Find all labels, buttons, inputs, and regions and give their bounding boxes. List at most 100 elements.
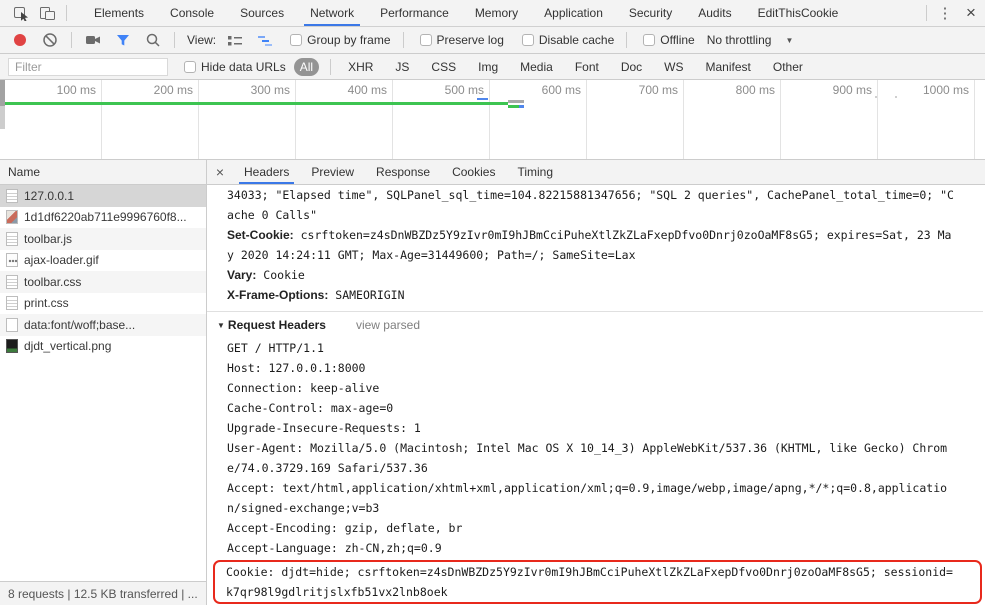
search-icon[interactable]	[145, 32, 161, 48]
record-icon[interactable]	[14, 34, 26, 46]
response-header-overflow: ache 0 Calls"	[227, 208, 318, 222]
request-header-line: n/signed-exchange;v=b3	[227, 501, 380, 515]
tab-console[interactable]: Console	[157, 0, 227, 26]
request-detail-pane: × Headers Preview Response Cookies Timin…	[207, 160, 985, 605]
request-row[interactable]: ajax-loader.gif	[0, 250, 206, 272]
tab-memory[interactable]: Memory	[462, 0, 531, 26]
divider	[66, 5, 67, 21]
time-label: 900 ms	[781, 80, 878, 159]
clear-icon[interactable]	[42, 32, 58, 48]
tab-audits[interactable]: Audits	[685, 0, 744, 26]
response-header-set-cookie-wrap: y 2020 14:24:11 GMT; Max-Age=31449600; P…	[227, 248, 636, 262]
detail-tab-preview[interactable]: Preview	[300, 160, 365, 184]
name-column-header[interactable]: Name	[0, 160, 206, 185]
preserve-log-checkbox[interactable]	[419, 34, 432, 46]
response-header-overflow: 34033; "Elapsed time", SQLPanel_sql_time…	[227, 188, 954, 202]
request-list-pane: Name 127.0.0.1 1d1df6220ab711e9996760f8.…	[0, 160, 207, 605]
inspect-cursor-icon	[14, 7, 28, 21]
more-options-icon[interactable]: ⋮	[933, 4, 957, 22]
request-header-line: Accept-Language: zh-CN,zh;q=0.9	[227, 541, 442, 555]
request-row[interactable]: 127.0.0.1	[0, 185, 206, 207]
hide-data-urls-checkbox[interactable]	[184, 60, 196, 73]
request-row[interactable]: djdt_vertical.png	[0, 336, 206, 358]
time-label: 600 ms	[490, 80, 587, 159]
detail-tab-cookies[interactable]: Cookies	[441, 160, 506, 184]
tab-application[interactable]: Application	[531, 0, 616, 26]
tab-elements[interactable]: Elements	[81, 0, 157, 26]
time-label: 1000 ms	[878, 80, 975, 159]
tab-performance[interactable]: Performance	[367, 0, 462, 26]
large-rows-toggle-icon[interactable]	[227, 33, 243, 48]
filter-type-all[interactable]: All	[293, 57, 320, 76]
request-header-line: Accept: text/html,application/xhtml+xml,…	[227, 481, 948, 495]
overview-green-bar	[5, 102, 508, 105]
filter-type-css[interactable]: CSS	[425, 58, 462, 76]
filter-type-media[interactable]: Media	[514, 58, 559, 76]
clear-circle-icon	[43, 33, 57, 47]
view-parsed-link[interactable]: view parsed	[356, 318, 420, 332]
disable-cache-checkbox[interactable]	[521, 34, 534, 46]
filter-type-doc[interactable]: Doc	[615, 58, 648, 76]
waterfall-icon	[258, 35, 273, 46]
request-header-line: Connection: keep-alive	[227, 381, 380, 395]
chevron-down-icon[interactable]: ▼	[785, 36, 793, 45]
request-name: toolbar.js	[24, 231, 73, 246]
request-row[interactable]: toolbar.css	[0, 271, 206, 293]
device-toolbar-icon[interactable]	[34, 0, 60, 26]
inspect-element-icon[interactable]	[8, 0, 34, 26]
close-devtools-icon[interactable]: ×	[957, 3, 985, 23]
request-name: 127.0.0.1	[24, 188, 75, 203]
offline-checkbox[interactable]	[643, 34, 656, 46]
tab-security[interactable]: Security	[616, 0, 685, 26]
network-main: Name 127.0.0.1 1d1df6220ab711e9996760f8.…	[0, 160, 985, 605]
tab-network[interactable]: Network	[297, 0, 367, 26]
request-row[interactable]: toolbar.js	[0, 228, 206, 250]
filter-type-ws[interactable]: WS	[658, 58, 689, 76]
panel-tabs: Elements Console Sources Network Perform…	[81, 0, 851, 26]
group-by-frame-checkbox[interactable]	[290, 34, 303, 46]
filter-input[interactable]	[8, 57, 168, 76]
filter-icon[interactable]	[115, 33, 131, 48]
detail-tab-timing[interactable]: Timing	[506, 160, 564, 184]
overview-toggle-icon[interactable]	[257, 33, 273, 48]
tab-editthiscookie[interactable]: EditThisCookie	[745, 0, 852, 26]
document-icon	[6, 188, 18, 203]
funnel-icon	[117, 34, 129, 45]
divider	[626, 32, 628, 48]
filter-type-other[interactable]: Other	[767, 58, 809, 76]
header-name: Set-Cookie:	[227, 228, 294, 242]
close-detail-icon[interactable]: ×	[207, 164, 233, 180]
request-headers-section-header[interactable]: ▼ Request Headers view parsed	[217, 312, 983, 338]
disable-cache-label: Disable cache	[538, 33, 615, 47]
screenshot-capture-icon[interactable]	[85, 32, 101, 48]
request-name: djdt_vertical.png	[24, 339, 112, 354]
offline-label: Offline	[660, 33, 695, 47]
triangle-down-icon: ▼	[217, 320, 225, 330]
filter-type-img[interactable]: Img	[472, 58, 504, 76]
request-row[interactable]: data:font/woff;base...	[0, 314, 206, 336]
request-row[interactable]: 1d1df6220ab711e9996760f8...	[0, 207, 206, 229]
header-value: csrftoken=z4sDnWBZDz5Y9zIvr0mI9hJBmCciPu…	[300, 228, 952, 242]
request-name: 1d1df6220ab711e9996760f8...	[24, 210, 187, 225]
detail-tab-headers[interactable]: Headers	[233, 160, 300, 184]
request-row[interactable]: print.css	[0, 293, 206, 315]
detail-tab-response[interactable]: Response	[365, 160, 441, 184]
filter-type-xhr[interactable]: XHR	[342, 58, 379, 76]
request-header-line: Host: 127.0.0.1:8000	[227, 361, 366, 375]
header-value: Cookie	[263, 268, 305, 282]
filter-type-font[interactable]: Font	[569, 58, 605, 76]
request-header-line: GET / HTTP/1.1	[227, 341, 324, 355]
magnifier-icon	[146, 33, 160, 47]
preserve-log-label: Preserve log	[436, 33, 504, 47]
tabbar-controls: ⋮ ×	[920, 3, 985, 23]
request-header-line: Accept-Encoding: gzip, deflate, br	[227, 521, 463, 535]
tab-sources[interactable]: Sources	[227, 0, 297, 26]
header-value	[294, 228, 301, 242]
filter-type-manifest[interactable]: Manifest	[700, 58, 757, 76]
divider	[402, 32, 404, 48]
section-title: Request Headers	[227, 318, 326, 332]
throttling-select[interactable]: No throttling	[707, 33, 772, 47]
script-icon	[6, 231, 18, 246]
filter-type-js[interactable]: JS	[389, 58, 415, 76]
time-label: 300 ms	[199, 80, 296, 159]
